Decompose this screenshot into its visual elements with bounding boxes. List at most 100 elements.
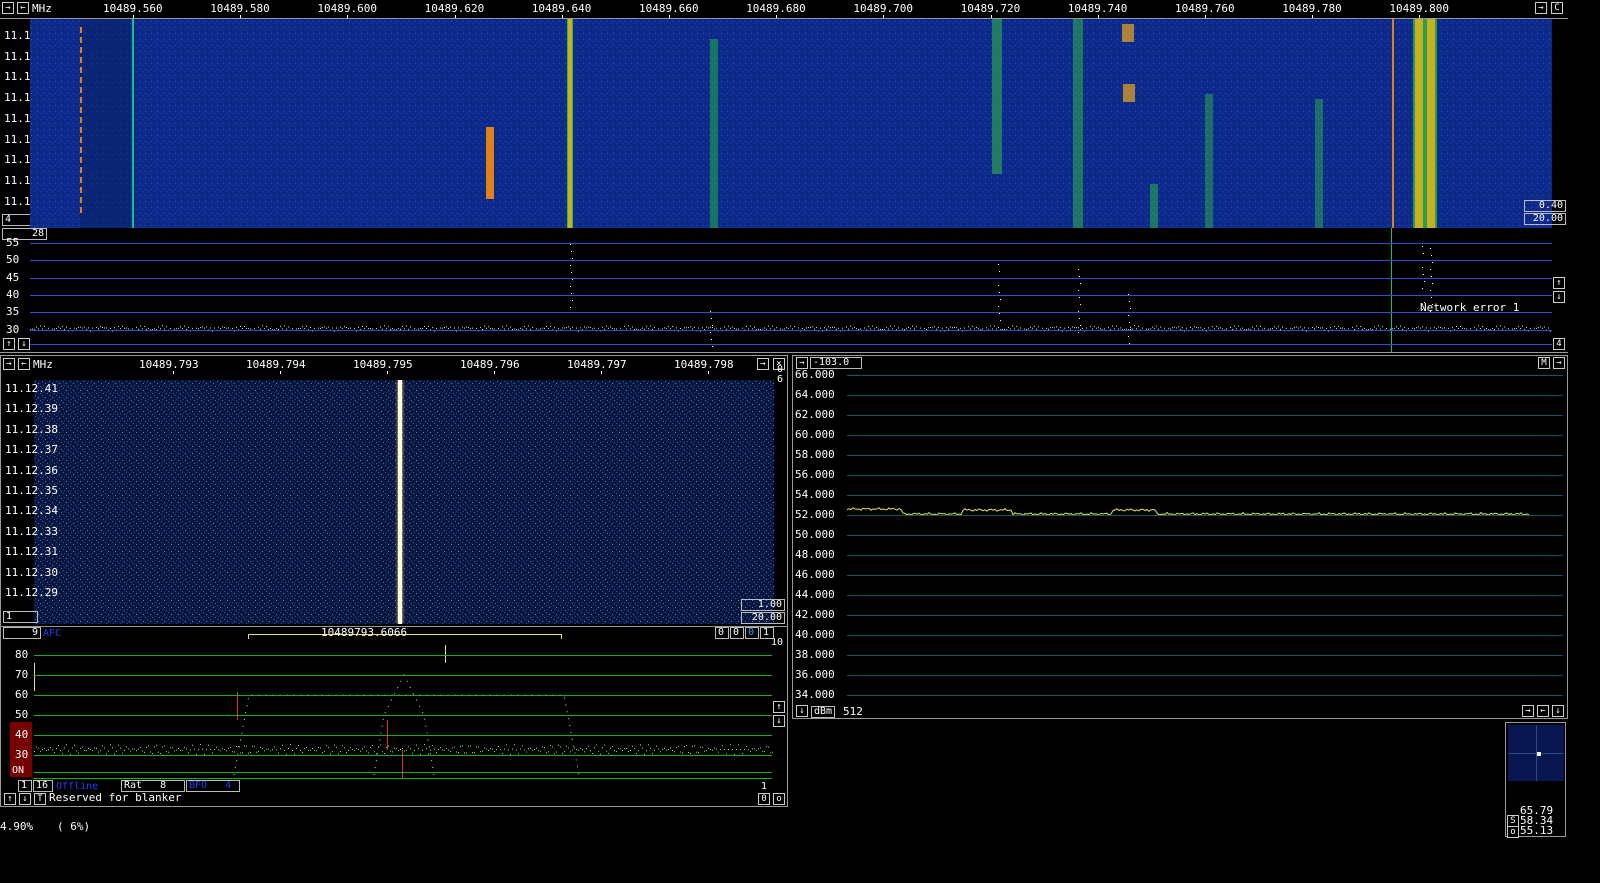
top-arrow-right-button[interactable]: → bbox=[2, 2, 14, 14]
spectrum-point bbox=[650, 325, 651, 327]
spectrum-point bbox=[262, 325, 263, 327]
spectrum-point bbox=[1500, 325, 1501, 327]
top-right-arrow-button[interactable]: → bbox=[1535, 2, 1547, 14]
baseband-point bbox=[374, 751, 375, 753]
spectrum-point bbox=[1474, 326, 1475, 328]
top-freq-label: 10489.800 bbox=[1389, 2, 1449, 15]
graph-left-button[interactable]: ← bbox=[1537, 705, 1549, 717]
spectrum-right-box[interactable]: 4 bbox=[1553, 338, 1565, 350]
baseband-point bbox=[586, 748, 587, 750]
on-label[interactable]: ON bbox=[12, 765, 24, 777]
spectrum-peak-point bbox=[1128, 336, 1129, 337]
bottom-arrow-right-button[interactable]: → bbox=[3, 358, 15, 370]
baseband-point bbox=[546, 752, 547, 754]
baseband-point bbox=[90, 749, 91, 751]
s-meter-o-button[interactable]: o bbox=[1507, 826, 1519, 838]
spectrum-point bbox=[732, 326, 733, 328]
spectrum-point bbox=[928, 327, 929, 329]
bottom-right-box-bottom[interactable]: 20.00 bbox=[741, 612, 785, 624]
baseband-down-button[interactable]: ↓ bbox=[773, 715, 785, 727]
top-waterfall-canvas[interactable] bbox=[30, 19, 1552, 228]
spectrum-point bbox=[1238, 325, 1239, 327]
baseband-up-button[interactable]: ↑ bbox=[773, 701, 785, 713]
graph-down-button[interactable]: ↓ bbox=[796, 705, 808, 717]
spectrum-point bbox=[140, 325, 141, 327]
baseband-right-box[interactable]: 0 bbox=[730, 627, 744, 639]
baseband-point bbox=[582, 749, 583, 751]
spectrum-point bbox=[1068, 327, 1069, 329]
baseband-bottom-right-num: 1 bbox=[761, 781, 768, 792]
bottom-right-arrow-button[interactable]: → bbox=[757, 358, 769, 370]
baseband-point bbox=[36, 746, 37, 748]
baseband-right-box[interactable]: 1 bbox=[760, 627, 774, 639]
bottom-right-box-top[interactable]: 1.00 bbox=[741, 599, 785, 611]
baseband-point bbox=[296, 748, 297, 750]
spectrum-up-button[interactable]: ↑ bbox=[1553, 277, 1565, 289]
baseband-point bbox=[538, 750, 539, 752]
spectrum-point bbox=[158, 326, 159, 328]
top-freq-scale: → ← MHz → C 10489.560 10489.580 10489.600 1… bbox=[0, 0, 1568, 19]
bfo-box[interactable]: BFO 4 bbox=[186, 780, 240, 792]
spectrum-point bbox=[876, 327, 877, 329]
spectrum-point bbox=[824, 327, 825, 329]
spectrum-point bbox=[258, 326, 259, 328]
baseband-point bbox=[200, 744, 201, 746]
spectrum-point bbox=[940, 330, 941, 332]
baseband-box-1[interactable]: 1 bbox=[18, 780, 32, 792]
graph-gridline bbox=[847, 415, 1563, 416]
baseband-point bbox=[642, 747, 643, 749]
top-right-box-bottom[interactable]: 20.00 bbox=[1524, 213, 1566, 225]
spectrum-point bbox=[566, 327, 567, 329]
spectrum-peak-point bbox=[710, 332, 711, 333]
spectrum-point bbox=[1450, 330, 1451, 332]
spectrum-point bbox=[40, 325, 41, 327]
level-graph-panel: → -103.0 M → ↓ dBm 512 → ← ↓ 66.000 64.00… bbox=[792, 355, 1568, 719]
bottom-arrow-left-button[interactable]: ← bbox=[18, 358, 30, 370]
baseband-point bbox=[638, 750, 639, 752]
spectrum-point bbox=[1526, 326, 1527, 328]
baseband-o-value: o bbox=[776, 794, 782, 804]
spectrum-down-button[interactable]: ↓ bbox=[1553, 291, 1565, 303]
spectrum-peak-point bbox=[998, 306, 999, 307]
baseband-point bbox=[226, 750, 227, 752]
graph-down2-button[interactable]: ↓ bbox=[1552, 705, 1564, 717]
spectrum-point bbox=[542, 327, 543, 329]
baseband-point bbox=[646, 750, 647, 752]
baseband-point bbox=[608, 752, 609, 754]
spectrum-left-up-button[interactable]: ↑ bbox=[3, 338, 15, 350]
bottom-waterfall-canvas[interactable] bbox=[34, 380, 774, 624]
spectrum-point bbox=[1050, 327, 1051, 329]
spectrum-left-down-button[interactable]: ↓ bbox=[18, 338, 30, 350]
graph-right-button[interactable]: → bbox=[1522, 705, 1534, 717]
baseband-point bbox=[214, 748, 215, 750]
baseband-up2-button[interactable]: ↑ bbox=[4, 793, 16, 805]
graph-top-right-arrow-button[interactable]: → bbox=[1553, 357, 1565, 369]
spectrum-point bbox=[336, 327, 337, 329]
s-meter-crosshair[interactable] bbox=[1508, 725, 1564, 781]
baseband-point bbox=[228, 747, 229, 749]
baseband-point bbox=[308, 749, 309, 751]
baseband-zero-button[interactable]: 0 bbox=[758, 793, 770, 805]
spectrum-point bbox=[624, 326, 625, 328]
baseband-down2-button[interactable]: ↓ bbox=[19, 793, 31, 805]
spectrum-peak-point bbox=[1432, 283, 1433, 284]
spectrum-peak-point bbox=[571, 251, 572, 252]
spectrum-point bbox=[310, 326, 311, 328]
top-right-box-top[interactable]: 0.40 bbox=[1524, 200, 1566, 212]
baseband-point bbox=[498, 745, 499, 747]
baseband-point bbox=[572, 749, 573, 751]
baseband-t-button[interactable]: T bbox=[34, 793, 46, 805]
spectrum-point bbox=[196, 327, 197, 329]
graph-gridline bbox=[847, 475, 1563, 476]
baseband-point bbox=[66, 744, 67, 746]
baseband-right-box[interactable]: 0 bbox=[715, 627, 729, 639]
baseband-point bbox=[314, 749, 315, 751]
baseband-point bbox=[48, 749, 49, 751]
baseband-point bbox=[358, 748, 359, 750]
baseband-o-button[interactable]: o bbox=[773, 793, 785, 805]
top-right-c-button[interactable]: C bbox=[1551, 2, 1563, 14]
bottom-waterfall-left-box[interactable]: 1 bbox=[3, 611, 38, 623]
spectrum-point bbox=[694, 326, 695, 328]
baseband-right-box[interactable]: 0 bbox=[745, 627, 759, 639]
top-arrow-left-button[interactable]: ← bbox=[17, 2, 29, 14]
